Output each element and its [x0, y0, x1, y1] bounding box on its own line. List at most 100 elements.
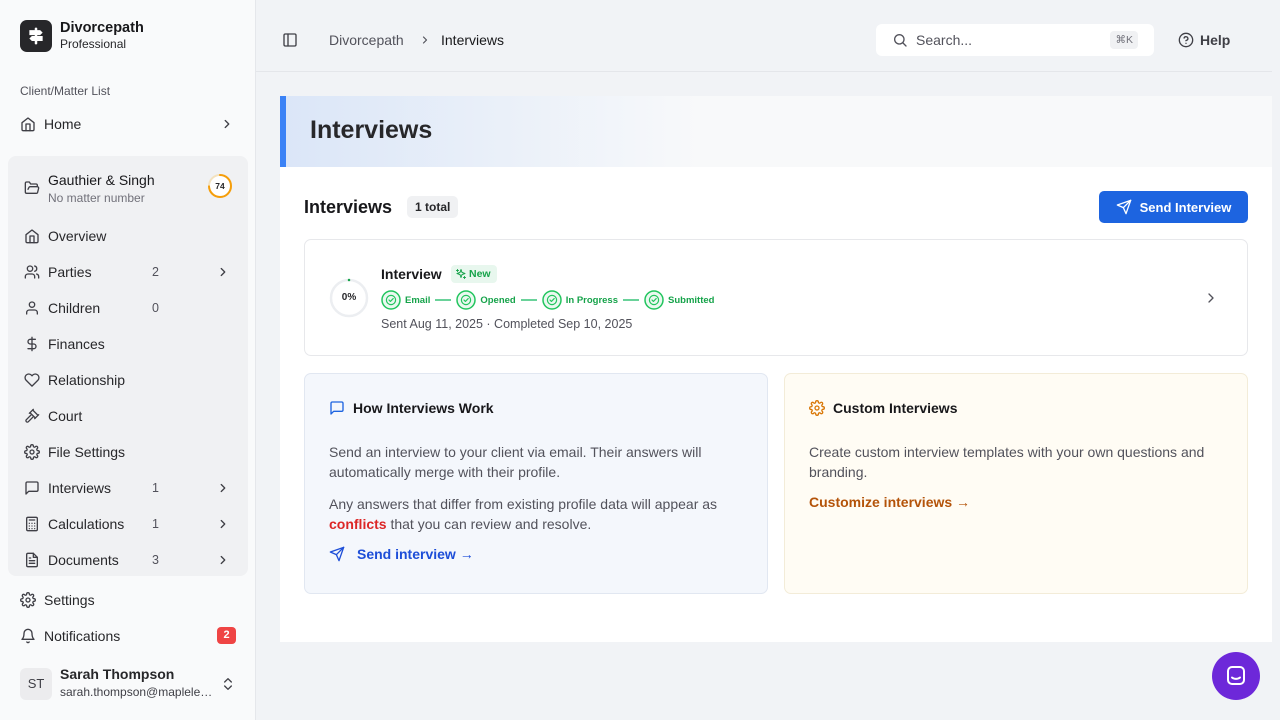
brand-name: Divorcepath — [60, 20, 144, 36]
interview-status-steps: Email Opened In Progress Submitted — [381, 290, 714, 310]
sidebar-item-label: Calculations — [48, 516, 125, 532]
brand-plan: Professional — [60, 37, 127, 51]
sidebar-item-label: Documents — [48, 552, 119, 568]
calculator-icon — [24, 516, 40, 532]
customize-interviews-link[interactable]: Customize interviews → — [809, 494, 970, 510]
sidebar-item-documents[interactable]: Documents 3 — [24, 544, 240, 576]
sidebar-item-file-settings[interactable]: File Settings — [24, 436, 240, 468]
sidebar-item-label: File Settings — [48, 444, 126, 460]
bell-icon — [20, 628, 36, 644]
sidebar-item-label: Court — [48, 408, 83, 424]
users-icon — [24, 264, 40, 280]
matter-progress-value: 74 — [215, 181, 225, 191]
chevron-right-icon — [419, 34, 431, 46]
chevron-right-icon — [216, 517, 230, 531]
step-label: In Progress — [565, 294, 619, 306]
step-in-progress: In Progress — [541, 290, 619, 310]
card-title: How Interviews Work — [353, 400, 494, 416]
conflicts-highlight: conflicts — [329, 516, 387, 532]
send-interview-button[interactable]: Send Interview — [1099, 191, 1248, 223]
page-title: Interviews — [310, 116, 433, 144]
chat-launcher-button[interactable] — [1212, 652, 1260, 700]
how-interviews-work-title: How Interviews Work — [329, 400, 494, 416]
matter-progress-ring: 74 — [207, 173, 233, 199]
chevron-right-icon — [216, 481, 230, 495]
interview-progress-value: 0% — [341, 292, 357, 303]
send-icon — [1116, 199, 1132, 215]
step-label: Submitted — [668, 294, 715, 306]
send-interview-label: Send Interview — [1139, 199, 1232, 215]
help-button[interactable]: Help — [1178, 32, 1230, 48]
sidebar-item-settings[interactable]: Settings — [20, 584, 240, 616]
sidebar-toggle-icon[interactable] — [282, 32, 298, 48]
chevrons-up-down-icon — [220, 676, 236, 692]
gear-icon — [809, 400, 825, 416]
sidebar-item-label: Finances — [48, 336, 105, 352]
user-icon — [24, 300, 40, 316]
sidebar-item-label: Relationship — [48, 372, 126, 388]
breadcrumb-root[interactable]: Divorcepath — [329, 32, 404, 48]
help-label: Help — [1200, 32, 1231, 48]
step-opened: Opened — [456, 290, 516, 310]
step-connector — [623, 299, 640, 301]
user-menu[interactable]: ST Sarah Thompson sarah.thompson@maplele… — [20, 664, 242, 704]
check-circle-icon — [381, 290, 401, 310]
chevron-right-icon — [220, 117, 234, 131]
sidebar-item-count: 0 — [152, 301, 159, 315]
step-label: Email — [405, 294, 431, 306]
sidebar-item-parties[interactable]: Parties 2 — [24, 256, 240, 288]
home-icon — [24, 228, 40, 244]
check-circle-icon — [541, 290, 562, 310]
section-label: Client/Matter List — [20, 84, 111, 98]
help-circle-icon — [1178, 32, 1194, 48]
sidebar-item-interviews[interactable]: Interviews 1 — [24, 472, 240, 504]
chevron-right-icon — [216, 265, 230, 279]
search-placeholder: Search... — [916, 32, 973, 48]
gavel-icon — [24, 408, 40, 424]
chevron-right-icon[interactable] — [1203, 290, 1219, 306]
interview-dates: Sent Aug 11, 2025 · Completed Sep 10, 20… — [381, 317, 633, 331]
brand[interactable]: Divorcepath Professional — [20, 20, 144, 52]
conflicts-text: Any answers that differ from existing pr… — [329, 494, 749, 534]
interview-list-item[interactable]: 0% Interview New Email Opened In Progres… — [304, 239, 1248, 356]
topbar: Divorcepath Interviews Search... ⌘K Help — [256, 8, 1272, 72]
sidebar-item-court[interactable]: Court — [24, 400, 240, 432]
sidebar-item-label: Notifications — [44, 628, 121, 644]
avatar: ST — [20, 668, 52, 700]
sidebar-item-home[interactable]: Home — [20, 108, 240, 140]
custom-interviews-text: Create custom interview templates with y… — [809, 444, 1205, 480]
folder-open-icon — [24, 180, 40, 196]
sidebar-item-calculations[interactable]: Calculations 1 — [24, 508, 240, 540]
sparkles-icon — [455, 268, 467, 280]
sidebar-item-label: Overview — [48, 228, 107, 244]
sidebar-item-label: Settings — [44, 592, 95, 608]
breadcrumb-current: Interviews — [441, 32, 505, 48]
gear-icon — [24, 444, 40, 460]
sidebar-item-overview[interactable]: Overview — [24, 220, 240, 252]
how-interviews-work-card: How Interviews Work Send an interview to… — [304, 373, 768, 594]
sidebar-item-count: 1 — [152, 481, 159, 495]
message-square-icon — [24, 480, 40, 496]
sidebar-item-label: Interviews — [48, 480, 112, 496]
new-badge-label: New — [469, 268, 491, 280]
page-header: Interviews — [280, 96, 1272, 167]
sidebar-item-notifications[interactable]: Notifications 2 — [20, 620, 240, 652]
how-it-works-text: Send an interview to your client via ema… — [329, 444, 702, 480]
sidebar-item-relationship[interactable]: Relationship — [24, 364, 240, 396]
matter-name[interactable]: Gauthier & Singh — [48, 172, 155, 188]
conflicts-text-after: that you can review and resolve. — [390, 516, 592, 532]
send-interview-link[interactable]: Send interview → — [329, 546, 474, 562]
sidebar-item-finances[interactable]: Finances — [24, 328, 240, 360]
check-circle-icon — [456, 290, 477, 310]
sidebar-item-label: Parties — [48, 264, 92, 280]
heart-icon — [24, 372, 40, 388]
sidebar-item-label: Children — [48, 300, 101, 316]
search-icon — [892, 32, 908, 48]
chevron-right-icon — [216, 553, 230, 567]
matter-number: No matter number — [48, 191, 145, 205]
sidebar-item-children[interactable]: Children 0 — [24, 292, 240, 324]
user-email: sarah.thompson@maplelegal.com — [60, 685, 216, 699]
search-input[interactable]: Search... ⌘K — [876, 24, 1154, 56]
sidebar: Divorcepath Professional Client/Matter L… — [0, 0, 256, 720]
send-interview-link-label: Send interview → — [357, 546, 474, 562]
